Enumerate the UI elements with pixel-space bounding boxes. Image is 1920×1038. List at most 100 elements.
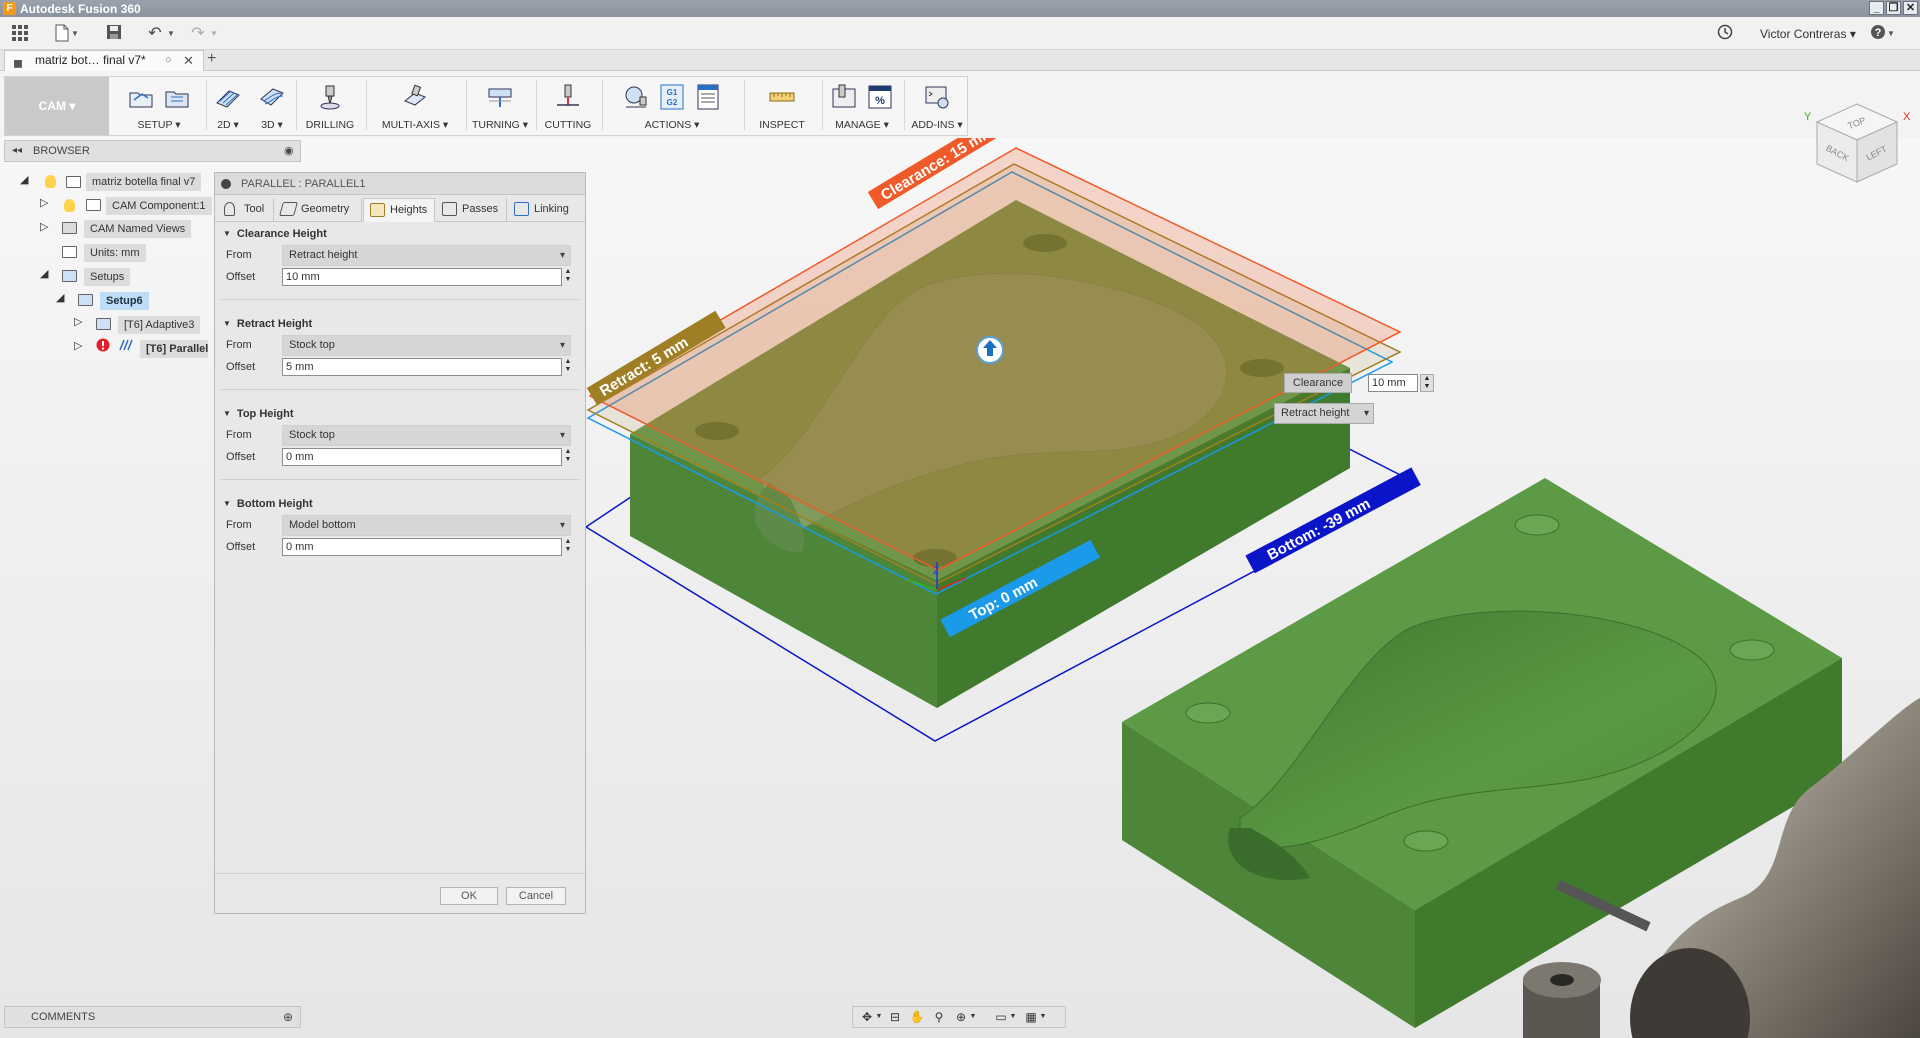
grid-settings-icon[interactable]: ▦ <box>1023 1010 1039 1024</box>
tree-expand-setups-icon[interactable]: ◢ <box>40 267 48 280</box>
cancel-button[interactable]: Cancel <box>506 887 566 905</box>
tree-item-document[interactable]: matriz botella final v7 <box>86 172 202 192</box>
comments-panel-header[interactable]: COMMENTS ⊕ <box>4 1006 301 1028</box>
top-offset-spinner[interactable]: ▲ ▼ <box>564 448 572 466</box>
clearance-offset-input[interactable]: 10 mm <box>282 268 562 286</box>
undo-icon[interactable]: ↶ <box>145 24 165 44</box>
tree-item-setup6[interactable]: Setup6 <box>100 291 149 311</box>
retract-height-header[interactable]: Retract Height <box>223 318 312 330</box>
ribbon-group-drilling[interactable]: DRILLING <box>298 77 362 135</box>
redo-chevron-down-icon[interactable]: ▼ <box>209 24 219 44</box>
tree-expand-root-icon[interactable]: ◢ <box>20 173 28 186</box>
2d-toolpath-icon <box>216 90 240 108</box>
template-percent-icon: % <box>868 85 892 109</box>
ribbon-group-inspect[interactable]: INSPECT <box>746 77 818 135</box>
top-from-select[interactable]: Stock top <box>282 425 571 446</box>
fit-zoom-icon[interactable]: ⊕ <box>953 1010 969 1024</box>
top-offset-input[interactable]: 0 mm <box>282 448 562 466</box>
clearance-from-dropdown[interactable]: Retract height <box>1274 403 1374 424</box>
clearance-from-select[interactable]: Retract height <box>282 245 571 266</box>
orbit-icon[interactable]: ✥ <box>859 1010 875 1024</box>
new-tab-button[interactable]: + <box>207 50 216 68</box>
bottom-offset-input[interactable]: 0 mm <box>282 538 562 556</box>
grid-chevron-down-icon[interactable]: ▼ <box>1039 1010 1047 1024</box>
tree-item-units[interactable]: Units: mm <box>84 243 146 263</box>
document-tab[interactable]: ◼ matriz bot… final v7* ○ ✕ <box>4 50 204 71</box>
ribbon-group-actions[interactable]: G1 G2 ACTIONS ▾ <box>604 77 740 135</box>
close-document-button[interactable]: ✕ <box>183 51 194 70</box>
retract-from-select[interactable]: Stock top <box>282 335 571 356</box>
file-icon[interactable] <box>52 24 72 44</box>
tab-tool[interactable]: Tool <box>218 198 274 222</box>
tree-expand-setup6-icon[interactable]: ◢ <box>56 291 64 304</box>
help-icon[interactable]: ? <box>1868 24 1888 44</box>
display-settings-icon[interactable]: ▭ <box>993 1010 1009 1024</box>
multi-axis-icon <box>404 84 426 106</box>
save-icon[interactable] <box>104 24 124 44</box>
ribbon-group-turning[interactable]: TURNING ▾ <box>468 77 532 135</box>
ribbon-group-3d[interactable]: 3D ▾ <box>252 77 292 135</box>
tree-item-setups[interactable]: Setups <box>84 267 131 287</box>
restore-button[interactable]: ❐ <box>1886 1 1901 15</box>
workspace-switcher[interactable]: CAM ▾ <box>5 77 109 135</box>
ribbon-group-multi-axis[interactable]: MULTI-AXIS ▾ <box>368 77 462 135</box>
ribbon-group-manage[interactable]: % MANAGE ▾ <box>824 77 900 135</box>
ribbon-group-setup[interactable]: SETUP ▾ <box>114 77 204 135</box>
tree-expand-component-icon[interactable]: ▷ <box>40 196 48 209</box>
top-height-header[interactable]: Top Height <box>223 408 294 420</box>
clearance-height-header[interactable]: Clearance Height <box>223 228 327 240</box>
zoom-chevron-down-icon[interactable]: ▼ <box>969 1010 977 1024</box>
app-grid-icon[interactable] <box>10 24 30 44</box>
tab-passes[interactable]: Passes <box>436 198 507 222</box>
tree-expand-adaptive3-icon[interactable]: ▷ <box>74 315 82 328</box>
viewcube-y-axis-label: Y <box>1804 111 1812 123</box>
clearance-manipulator-label[interactable]: Clearance <box>1284 373 1352 393</box>
dialog-title-bar[interactable]: PARALLEL : PARALLEL1 <box>215 173 585 195</box>
component-bulb-icon[interactable] <box>64 199 75 212</box>
tree-expand-parallel-icon[interactable]: ▷ <box>74 339 82 352</box>
tab-linking[interactable]: Linking <box>508 198 584 222</box>
clearance-manipulator-value-input[interactable]: 10 mm <box>1368 374 1418 392</box>
clearance-offset-spinner[interactable]: ▲ ▼ <box>564 268 572 286</box>
svg-text:?: ? <box>1875 27 1882 39</box>
ribbon-group-2d[interactable]: 2D ▾ <box>208 77 248 135</box>
tree-item-parallel[interactable]: [T6] Parallel <box>140 339 209 359</box>
pan-hand-icon[interactable]: ✋ <box>909 1010 925 1024</box>
ribbon-group-add-ins[interactable]: ADD-INS ▾ <box>906 77 968 135</box>
collapse-browser-icon[interactable]: ◂◂ <box>12 141 22 161</box>
retract-offset-input[interactable]: 5 mm <box>282 358 562 376</box>
ribbon-group-cutting[interactable]: CUTTING <box>538 77 598 135</box>
bottom-offset-spinner[interactable]: ▲ ▼ <box>564 538 572 556</box>
tree-item-adaptive3[interactable]: [T6] Adaptive3 <box>118 315 201 335</box>
setup-sheet-icon <box>697 84 719 110</box>
add-comment-icon[interactable]: ⊕ <box>283 1007 293 1027</box>
visibility-bulb-icon[interactable] <box>45 175 56 188</box>
tab-geometry[interactable]: Geometry <box>275 198 362 222</box>
file-menu-chevron-down-icon[interactable]: ▼ <box>70 24 80 44</box>
undo-chevron-down-icon[interactable]: ▼ <box>166 24 176 44</box>
view-cube[interactable]: TOP BACK LEFT X Y <box>1802 96 1912 196</box>
height-drag-arrow-icon[interactable] <box>976 336 1004 364</box>
look-at-icon[interactable]: ⊟ <box>887 1010 903 1024</box>
help-chevron-down-icon[interactable]: ▼ <box>1886 24 1896 44</box>
minimize-button[interactable]: _ <box>1869 1 1884 15</box>
dialog-minimize-icon[interactable] <box>221 179 231 189</box>
clearance-manipulator-spinner[interactable]: ▲ ▼ <box>1420 374 1434 392</box>
tab-heights[interactable]: Heights <box>363 198 435 222</box>
display-chevron-down-icon[interactable]: ▼ <box>1009 1010 1017 1024</box>
close-window-button[interactable]: ✕ <box>1903 1 1918 15</box>
tree-item-cam-component[interactable]: CAM Component:1 <box>106 196 212 216</box>
browser-pin-icon[interactable]: ◉ <box>284 141 294 161</box>
tree-expand-named-views-icon[interactable]: ▷ <box>40 220 48 233</box>
job-status-clock-icon[interactable] <box>1715 24 1735 44</box>
tree-item-named-views[interactable]: CAM Named Views <box>84 219 192 239</box>
browser-panel-header[interactable]: ◂◂ BROWSER ◉ <box>4 140 301 162</box>
bottom-from-select[interactable]: Model bottom <box>282 515 571 536</box>
zoom-icon[interactable]: ⚲ <box>931 1010 947 1024</box>
user-account-menu[interactable]: Victor Contreras ▾ <box>1760 27 1856 41</box>
orbit-chevron-down-icon[interactable]: ▼ <box>875 1010 883 1024</box>
redo-icon[interactable]: ↷ <box>188 24 208 44</box>
bottom-height-header[interactable]: Bottom Height <box>223 498 313 510</box>
ok-button[interactable]: OK <box>440 887 498 905</box>
retract-offset-spinner[interactable]: ▲ ▼ <box>564 358 572 376</box>
